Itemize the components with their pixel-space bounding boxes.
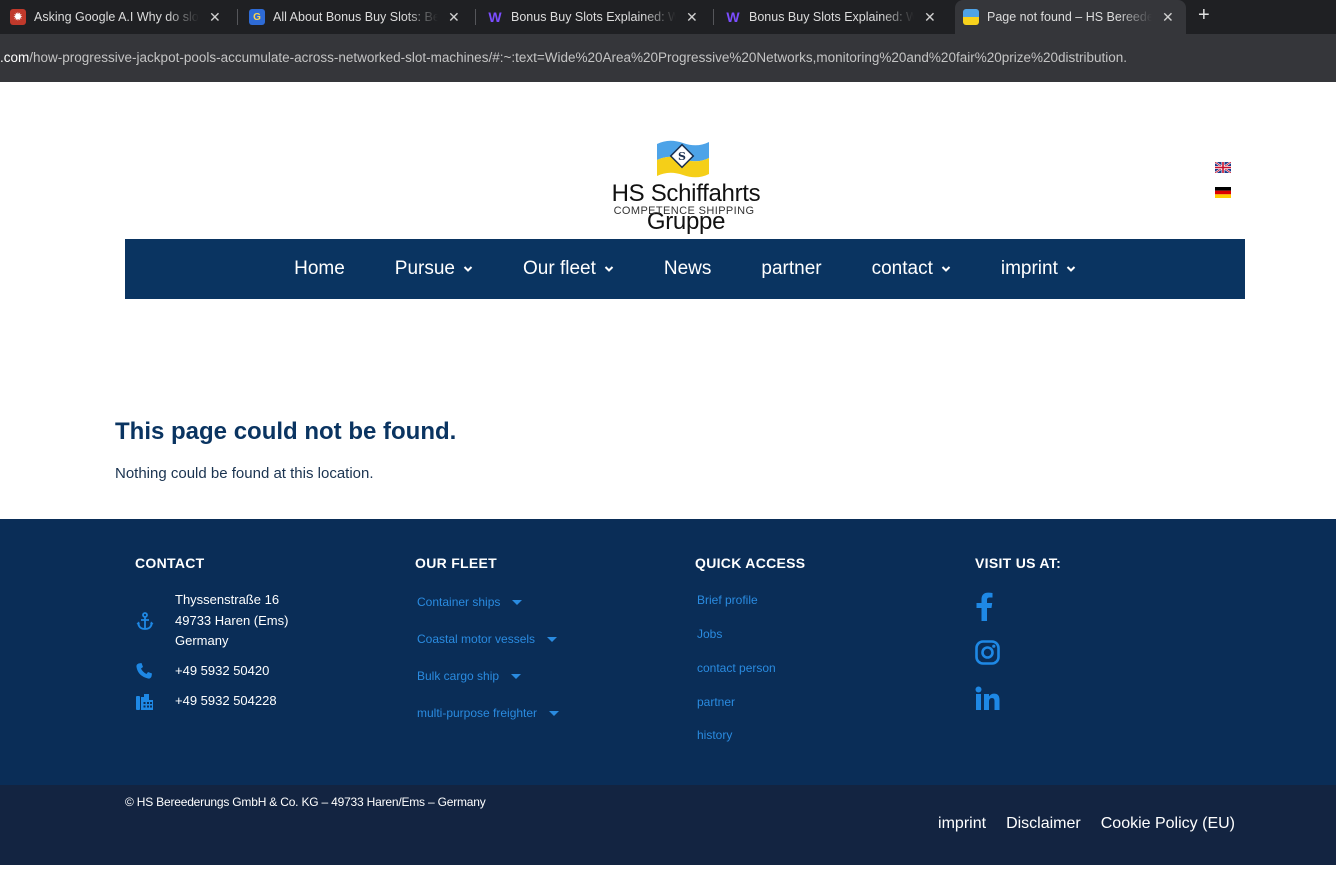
company-flag-icon: S <box>657 140 709 178</box>
link-label: Coastal motor vessels <box>417 632 536 646</box>
address-city: 49733 Haren (Ems) <box>175 612 289 628</box>
anchor-icon <box>136 612 154 630</box>
quick-link-history[interactable]: history <box>697 728 732 742</box>
browser-tab-3[interactable]: W Bonus Buy Slots Explained: Wha ✕ <box>487 0 698 34</box>
footer-heading-fleet: OUR FLEET <box>415 555 498 571</box>
flag-icon <box>963 9 979 25</box>
fleet-link-coastal-motor-vessels[interactable]: Coastal motor vessels <box>417 632 558 646</box>
new-tab-button[interactable]: + <box>1198 4 1210 27</box>
legal-link-imprint[interactable]: imprint <box>938 815 986 833</box>
link-label: Container ships <box>417 595 501 609</box>
url-text[interactable]: .com/how-progressive-jackpot-pools-accum… <box>0 50 1127 65</box>
nav-label: partner <box>761 258 822 279</box>
nav-home[interactable]: Home <box>269 239 370 299</box>
fleet-link-container-ships[interactable]: Container ships <box>417 595 523 609</box>
phone-icon <box>136 663 152 679</box>
nav-label: imprint <box>1000 258 1058 279</box>
nav-partner[interactable]: partner <box>736 239 846 299</box>
nav-imprint[interactable]: imprint <box>976 239 1101 299</box>
main-navigation: Home Pursue Our fleet News partner conta… <box>125 239 1245 299</box>
nav-our-fleet[interactable]: Our fleet <box>498 239 639 299</box>
nav-label: News <box>663 258 712 279</box>
caret-down-icon <box>547 636 558 642</box>
nav-label: Our fleet <box>523 258 596 279</box>
g-logo-icon: G <box>249 9 265 25</box>
footer-heading-contact: CONTACT <box>135 555 205 571</box>
close-tab-icon[interactable]: ✕ <box>686 9 698 26</box>
url-path: /how-progressive-jackpot-pools-accumulat… <box>29 50 1128 65</box>
w-logo-icon: W <box>488 9 502 25</box>
brand-tagline: COMPETENCE SHIPPING <box>613 205 755 217</box>
browser-tab-strip: ✹ Asking Google A.I Why do slots ✕ G All… <box>0 0 1336 34</box>
tab-title: Asking Google A.I Why do slots <box>34 10 199 24</box>
link-label: multi-purpose freighter <box>417 706 538 720</box>
close-tab-icon[interactable]: ✕ <box>1162 9 1174 26</box>
w-logo-icon: W <box>726 9 740 25</box>
instagram-icon[interactable] <box>975 640 1000 665</box>
address-bar[interactable]: .com/how-progressive-jackpot-pools-accum… <box>0 34 1336 82</box>
nav-news[interactable]: News <box>639 239 737 299</box>
tab-title: Bonus Buy Slots Explained: Wha <box>511 10 676 24</box>
linkedin-icon[interactable] <box>975 686 1000 711</box>
footer-heading-quick-access: QUICK ACCESS <box>695 555 806 571</box>
facebook-icon[interactable] <box>975 591 993 621</box>
address-street: Thyssenstraße 16 <box>175 592 280 607</box>
legal-link-cookie-policy[interactable]: Cookie Policy (EU) <box>1101 815 1235 833</box>
legal-link-disclaimer[interactable]: Disclaimer <box>1006 815 1081 833</box>
nav-label: Pursue <box>394 258 455 279</box>
site-logo[interactable]: S HS Schiffahrts Gruppe COMPETENCE SHIPP… <box>574 138 798 235</box>
footer-phone[interactable]: +49 5932 50420 <box>175 661 269 682</box>
tab-title: Page not found – HS Bereederu <box>987 10 1152 24</box>
page-bottom-edge <box>0 865 1336 880</box>
browser-tab-1[interactable]: ✹ Asking Google A.I Why do slots ✕ <box>10 0 221 34</box>
chevron-down-icon <box>604 266 614 272</box>
site-footer: CONTACT Thyssenstraße 16 49733 Haren (Em… <box>0 519 1336 785</box>
nav-pursue[interactable]: Pursue <box>370 239 498 299</box>
caret-down-icon <box>512 599 523 605</box>
close-tab-icon[interactable]: ✕ <box>209 9 221 26</box>
chevron-down-icon <box>941 266 951 272</box>
footer-fax: +49 5932 504228 <box>175 693 277 708</box>
quick-link-brief-profile[interactable]: Brief profile <box>697 593 758 607</box>
browser-tab-4[interactable]: W Bonus Buy Slots Explained: Wha ✕ <box>725 0 936 34</box>
page-message: Nothing could be found at this location. <box>115 465 374 482</box>
svg-text:S: S <box>678 150 686 163</box>
address-country: Germany <box>175 633 229 648</box>
legal-links: imprint Disclaimer Cookie Policy (EU) <box>938 815 1235 833</box>
fleet-link-multi-purpose-freighter[interactable]: multi-purpose freighter <box>417 706 560 720</box>
quick-link-contact-person[interactable]: contact person <box>697 661 776 675</box>
de-flag-icon[interactable] <box>1215 187 1231 198</box>
nav-label: Home <box>294 258 345 279</box>
url-host: .com <box>0 50 30 65</box>
footer-address: Thyssenstraße 16 49733 Haren (Ems) Germa… <box>175 590 288 652</box>
footer-bottom-bar: © HS Bereederungs GmbH & Co. KG – 49733 … <box>0 785 1336 865</box>
tab-title: Bonus Buy Slots Explained: Wha <box>749 10 914 24</box>
link-label: Bulk cargo ship <box>417 669 500 683</box>
caret-down-icon <box>549 710 560 716</box>
fax-icon <box>136 694 153 710</box>
footer-heading-visit: VISIT US AT: <box>975 555 1062 571</box>
browser-tab-2[interactable]: G All About Bonus Buy Slots: Bene ✕ <box>249 0 460 34</box>
en-flag-icon[interactable] <box>1215 162 1231 173</box>
quick-link-partner[interactable]: partner <box>697 695 735 709</box>
bug-icon: ✹ <box>10 9 26 25</box>
nav-label: contact <box>871 258 933 279</box>
tab-title: All About Bonus Buy Slots: Bene <box>273 10 438 24</box>
copyright-text: © HS Bereederungs GmbH & Co. KG – 49733 … <box>125 795 486 809</box>
page-title: This page could not be found. <box>115 418 457 445</box>
quick-link-jobs[interactable]: Jobs <box>697 627 722 641</box>
fleet-link-bulk-cargo-ship[interactable]: Bulk cargo ship <box>417 669 522 683</box>
caret-down-icon <box>511 673 522 679</box>
close-tab-icon[interactable]: ✕ <box>448 9 460 26</box>
chevron-down-icon <box>1066 266 1076 272</box>
chevron-down-icon <box>463 266 473 272</box>
close-tab-icon[interactable]: ✕ <box>924 9 936 26</box>
nav-contact[interactable]: contact <box>847 239 976 299</box>
browser-tab-5-active[interactable]: Page not found – HS Bereederu ✕ <box>955 0 1186 34</box>
